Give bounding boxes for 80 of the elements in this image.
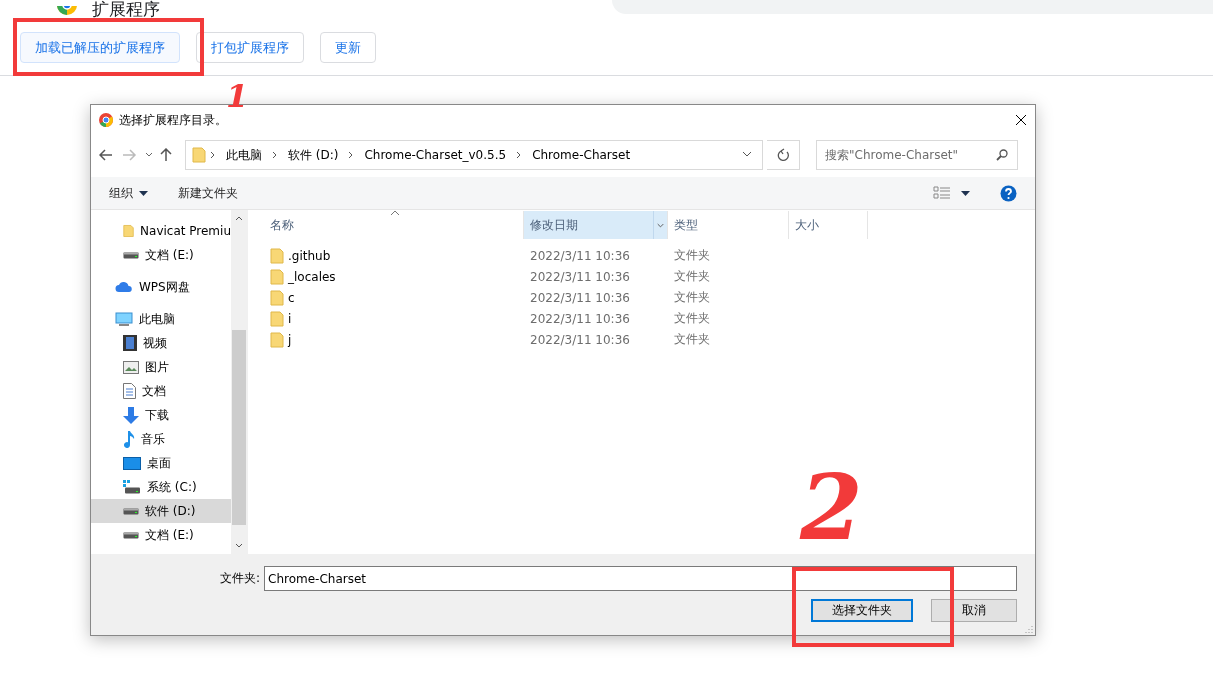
file-name[interactable]: _locales (250, 268, 524, 285)
modified-date: 2022/3/11 10:36 (529, 269, 631, 284)
column-header[interactable]: 类型 (668, 211, 789, 239)
modified-date: 2022/3/11 10:36 (529, 311, 631, 326)
folder-icon (270, 331, 284, 348)
scrollbar[interactable] (231, 210, 247, 554)
file-type: 文件夹 (673, 247, 711, 264)
dialog-title: 选择扩展程序目录。 (119, 111, 228, 129)
nav-item[interactable]: 文档 (91, 379, 231, 403)
page-title: 扩展程序 (92, 0, 160, 19)
nav-item[interactable]: 软件 (D:) (91, 499, 231, 523)
toolbar-button[interactable]: 打包扩展程序 (196, 32, 304, 63)
file-type: 文件夹 (673, 268, 711, 285)
nav-item[interactable]: 文档 (E:) (91, 243, 231, 267)
toolbar-button[interactable]: 更新 (320, 32, 376, 63)
refresh-icon[interactable] (777, 148, 789, 162)
dropdown-triangle-icon[interactable] (139, 190, 148, 196)
file-type: 文件夹 (673, 289, 711, 306)
dialog-button[interactable]: 取消 (931, 599, 1017, 622)
search-field[interactable]: 搜索"Chrome-Charset" (816, 140, 1018, 170)
search-icon (996, 149, 1008, 161)
chrome-logo-icon (56, 6, 78, 16)
breadcrumb-item[interactable]: 软件 (D:) (282, 146, 345, 164)
modified-date: 2022/3/11 10:36 (529, 332, 631, 347)
file-name[interactable]: j (250, 331, 524, 348)
file-type: 文件夹 (673, 331, 711, 348)
nav-item[interactable]: 文档 (E:) (91, 523, 231, 547)
folder-icon (192, 147, 206, 163)
drive-icon (123, 507, 139, 515)
file-name[interactable]: .github (250, 247, 524, 264)
folder-icon (123, 223, 135, 239)
folder-input[interactable]: Chrome-Charset (264, 566, 1017, 591)
refresh-button[interactable] (767, 140, 800, 170)
toolbar-button[interactable]: 加载已解压的扩展程序 (20, 32, 180, 63)
breadcrumb-item[interactable]: 此电脑 (220, 146, 268, 164)
monitor-icon (115, 311, 133, 327)
document-icon (123, 383, 136, 399)
drive-icon (123, 480, 141, 494)
nav-item[interactable]: 图片 (91, 355, 231, 379)
chevron-down-icon[interactable] (145, 152, 153, 158)
folder-icon (270, 310, 284, 327)
command-button[interactable]: 组织 (109, 184, 148, 202)
modified-date: 2022/3/11 10:36 (529, 248, 631, 263)
chrome-logo-icon (99, 113, 113, 127)
help-icon[interactable] (1000, 184, 1017, 202)
nav-item[interactable]: 音乐 (91, 427, 231, 451)
annotation-number: 2 (800, 462, 863, 552)
download-arrow-icon (123, 406, 139, 424)
nav-item[interactable]: 桌面 (91, 451, 231, 475)
breadcrumb-item[interactable]: Chrome-Charset (526, 148, 637, 162)
resize-grip-icon[interactable] (1025, 625, 1033, 633)
breadcrumb-item[interactable]: Chrome-Charset_v0.5.5 (358, 148, 513, 162)
film-icon (123, 335, 137, 351)
modified-date: 2022/3/11 10:36 (529, 290, 631, 305)
folder-icon (270, 289, 284, 306)
desktop-icon (123, 456, 141, 470)
drive-icon (123, 251, 139, 259)
nav-item[interactable]: Navicat Premiu (91, 219, 231, 243)
cloud-icon (115, 281, 133, 293)
file-type: 文件夹 (673, 310, 711, 327)
image-icon (123, 360, 139, 374)
nav-item[interactable]: 下载 (91, 403, 231, 427)
file-name[interactable]: i (250, 310, 524, 327)
dropdown-triangle-icon[interactable] (961, 190, 970, 196)
command-button[interactable]: 新建文件夹 (178, 184, 238, 202)
column-header[interactable]: 大小 (789, 211, 868, 239)
nav-item[interactable]: WPS网盘 (91, 275, 231, 299)
nav-item[interactable]: 系统 (C:) (91, 475, 231, 499)
nav-item[interactable]: 视频 (91, 331, 231, 355)
close-icon[interactable] (1015, 114, 1027, 126)
folder-label: 文件夹: (219, 570, 260, 587)
back-arrow-icon[interactable] (99, 149, 113, 161)
folder-icon (270, 268, 284, 285)
column-header[interactable]: 修改日期 (524, 211, 668, 239)
music-note-icon (123, 430, 135, 448)
file-name[interactable]: c (250, 289, 524, 306)
folder-icon (270, 247, 284, 264)
nav-item[interactable]: 此电脑 (91, 307, 231, 331)
dialog-button[interactable]: 选择文件夹 (811, 599, 913, 622)
drive-icon (123, 531, 139, 539)
